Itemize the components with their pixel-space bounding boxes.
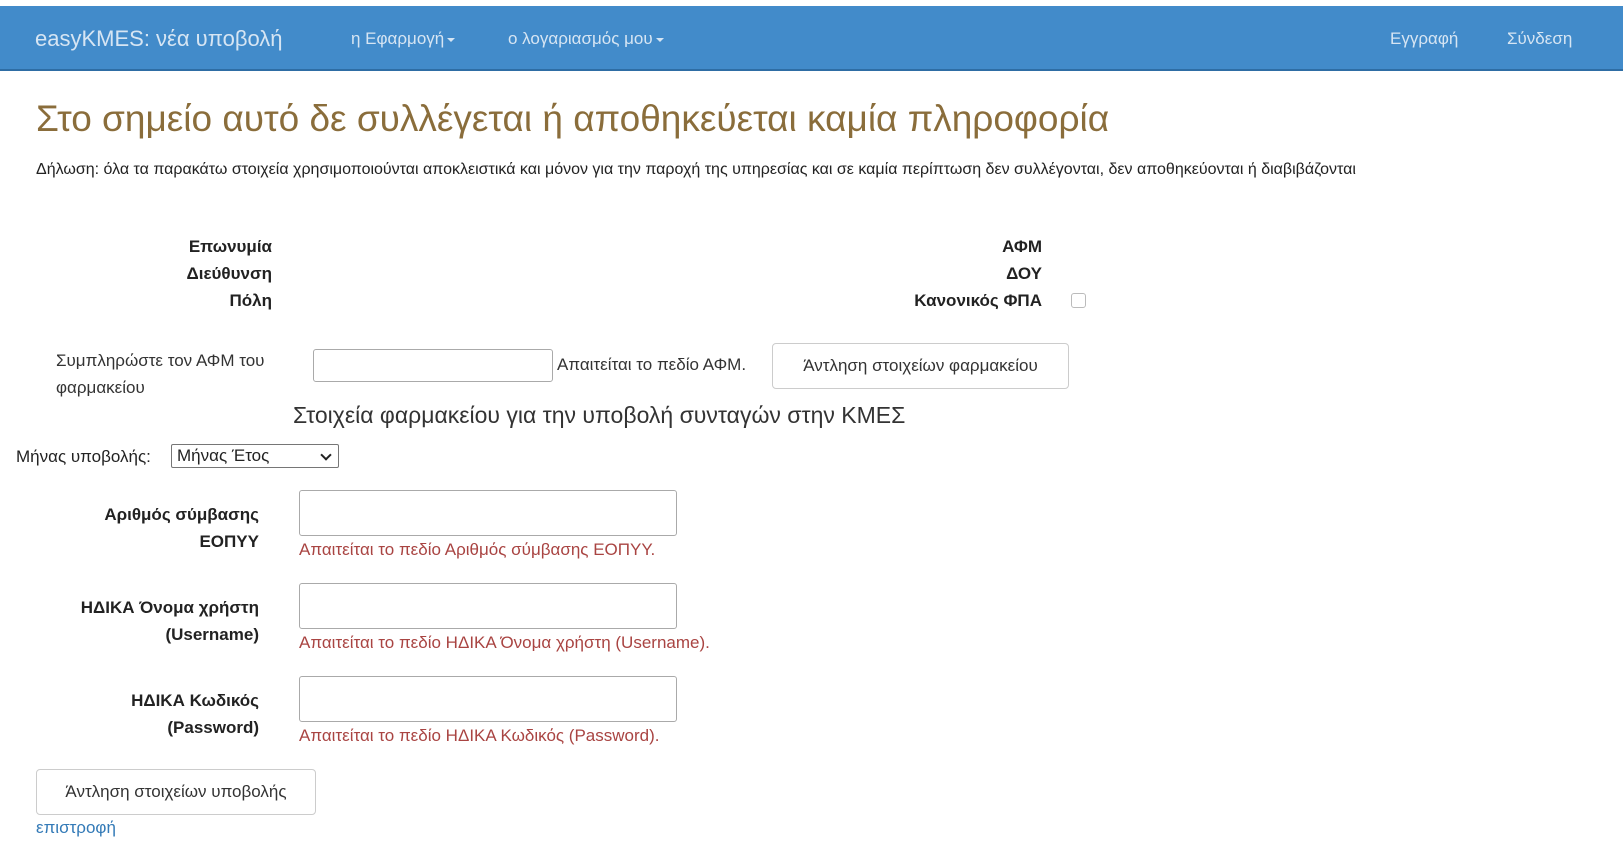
afm-required-message: Απαιτείται το πεδίο ΑΦΜ.: [557, 355, 747, 374]
contract-label-text: Αριθμός σύμβασης ΕΟΠΥΥ: [104, 505, 259, 551]
vat-checkbox[interactable]: [1071, 293, 1086, 308]
fetch-pharmacy-button[interactable]: Άντληση στοιχείων φαρμακείου: [772, 343, 1069, 389]
password-label: ΗΔΙΚΑ Κωδικός (Password): [99, 687, 259, 741]
password-input[interactable]: [299, 676, 677, 722]
caret-down-icon: [447, 37, 456, 42]
username-label-text: ΗΔΙΚΑ Όνομα χρήστη (Username): [80, 598, 259, 644]
afm-input[interactable]: [313, 349, 553, 382]
username-label: ΗΔΙΚΑ Όνομα χρήστη (Username): [49, 594, 259, 648]
month-label: Μήνας υποβολής:: [16, 447, 151, 466]
city-label: Πόλη: [229, 291, 273, 310]
account-menu-dropdown[interactable]: ο λογαριασμός μου: [508, 29, 664, 49]
account-menu-label: ο λογαριασμός μου: [508, 29, 653, 48]
back-link[interactable]: επιστροφή: [36, 818, 116, 838]
contract-input[interactable]: [299, 490, 677, 536]
username-input[interactable]: [299, 583, 677, 629]
navbar: easyKMES: νέα υποβολή η Εφαρμογή ο λογαρ…: [0, 6, 1623, 71]
register-link[interactable]: Εγγραφή: [1390, 29, 1458, 49]
afm-label: ΑΦΜ: [1002, 237, 1042, 256]
fetch-submission-button[interactable]: Άντληση στοιχείων υποβολής: [36, 769, 316, 815]
address-label: Διεύθυνση: [186, 264, 272, 283]
password-label-text: ΗΔΙΚΑ Κωδικός (Password): [131, 691, 259, 737]
login-link[interactable]: Σύνδεση: [1507, 29, 1572, 49]
contract-error: Απαιτείται το πεδίο Αριθμός σύμβασης ΕΟΠ…: [299, 540, 656, 559]
contract-label: Αριθμός σύμβασης ΕΟΠΥΥ: [79, 501, 259, 555]
username-error: Απαιτείται το πεδίο ΗΔΙΚΑ Όνομα χρήστη (…: [299, 633, 710, 652]
chevron-down-icon: [320, 449, 332, 461]
vat-label: Κανονικός ΦΠΑ: [914, 291, 1042, 310]
month-select[interactable]: Μήνας Έτος: [171, 444, 339, 468]
afm-prompt-label: Συμπληρώστε τον ΑΦΜ του φαρμακείου: [56, 351, 265, 397]
submission-heading: Στοιχεία φαρμακείου για την υποβολή συντ…: [293, 402, 906, 428]
app-menu-dropdown[interactable]: η Εφαρμογή: [351, 29, 456, 49]
month-select-value: Μήνας Έτος: [177, 446, 270, 465]
declaration-text: Δήλωση: όλα τα παρακάτω στοιχεία χρησιμο…: [36, 161, 1356, 178]
caret-down-icon: [655, 37, 664, 42]
app-menu-label: η Εφαρμογή: [351, 29, 445, 48]
doy-label: ΔΟΥ: [1006, 264, 1042, 283]
password-error: Απαιτείται το πεδίο ΗΔΙΚΑ Κωδικός (Passw…: [299, 726, 660, 745]
page-title: Στο σημείο αυτό δε συλλέγεται ή αποθηκεύ…: [36, 98, 1110, 139]
name-label: Επωνυμία: [188, 237, 272, 256]
brand-link[interactable]: easyKMES: νέα υποβολή: [35, 26, 283, 52]
